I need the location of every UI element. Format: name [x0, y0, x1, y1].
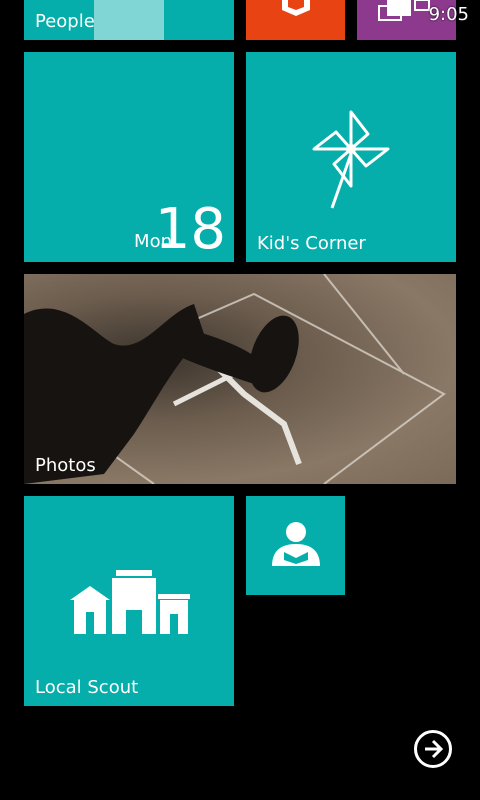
- buildings-icon: [70, 570, 190, 640]
- app-list-button[interactable]: [414, 730, 452, 768]
- office-tile[interactable]: [246, 0, 345, 40]
- kids-corner-label: Kid's Corner: [257, 233, 366, 254]
- reader-tile[interactable]: [246, 496, 345, 595]
- arrow-right-circle-icon: [422, 738, 444, 764]
- office-icon: [276, 0, 316, 24]
- photo-chalk-shadow-image: [24, 274, 446, 484]
- pinwheel-icon: [306, 104, 396, 218]
- reader-icon: [268, 520, 324, 574]
- people-tile-label: People: [35, 11, 95, 32]
- local-scout-tile[interactable]: Local Scout: [24, 496, 234, 706]
- local-scout-label: Local Scout: [35, 677, 139, 698]
- status-time: 9:05: [428, 4, 469, 25]
- calendar-tile[interactable]: Mon 18: [24, 52, 234, 262]
- photos-label: Photos: [35, 455, 96, 476]
- people-tile[interactable]: People: [24, 0, 234, 40]
- people-photo-strip: [94, 0, 164, 40]
- kids-corner-tile[interactable]: Kid's Corner: [246, 52, 456, 262]
- messaging-icon: [377, 0, 433, 28]
- photos-tile[interactable]: Photos: [24, 274, 456, 484]
- calendar-date: 18: [154, 197, 226, 262]
